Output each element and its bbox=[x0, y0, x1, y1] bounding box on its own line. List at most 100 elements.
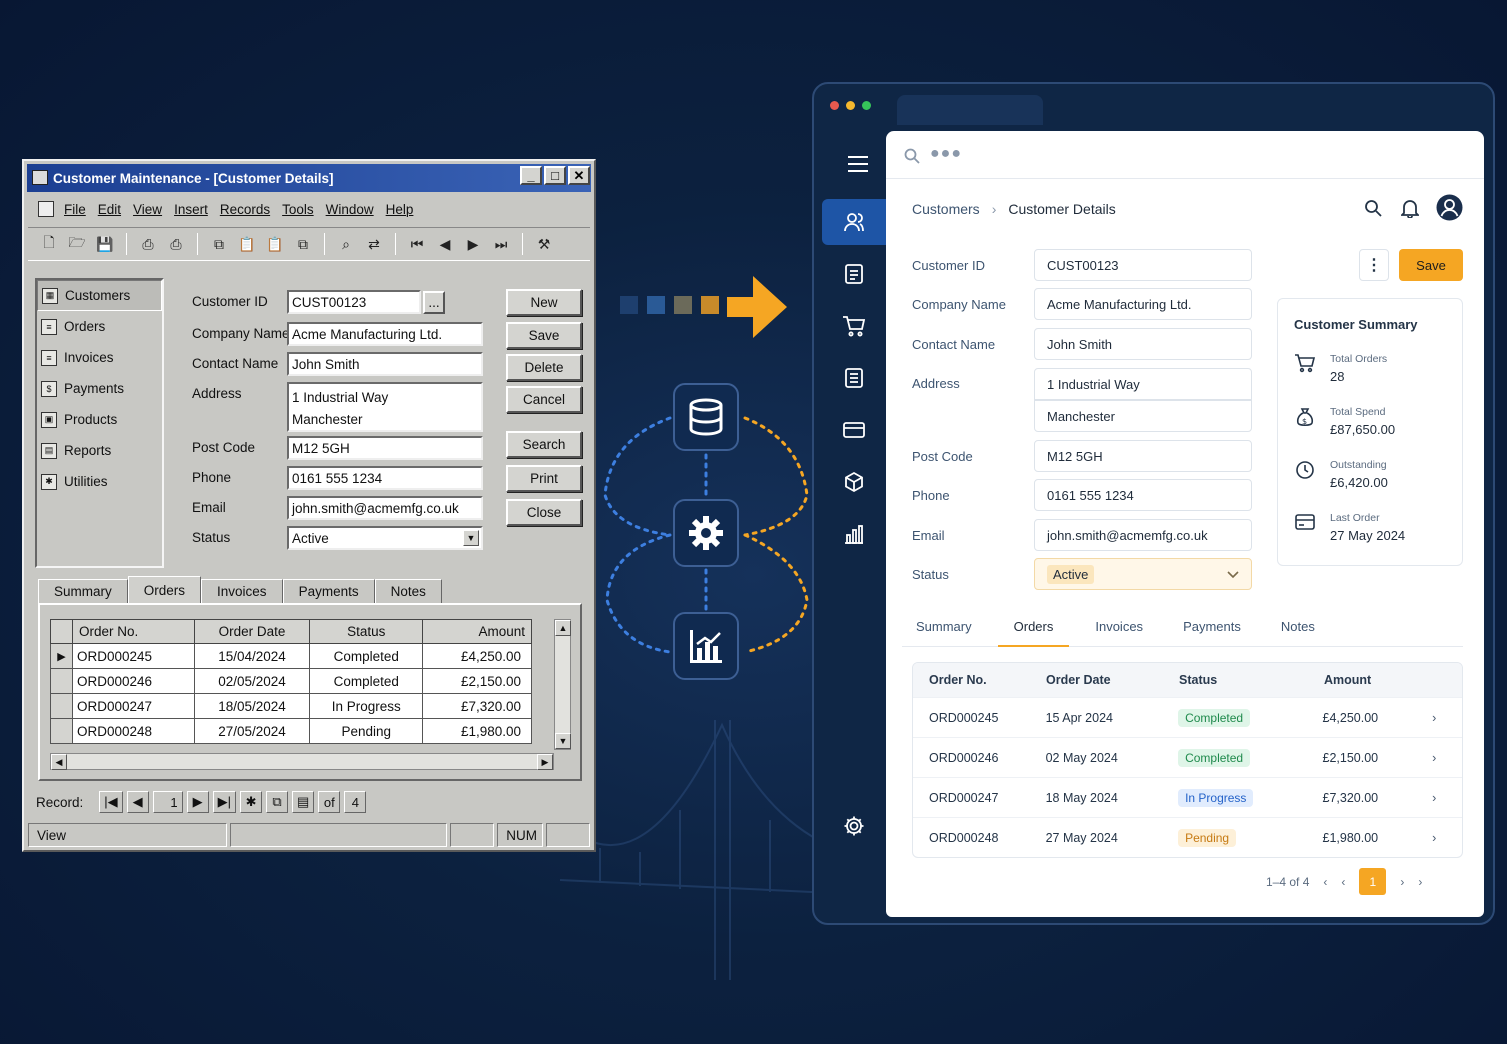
col-order-date[interactable]: Order Date bbox=[1046, 673, 1179, 687]
phone-input[interactable]: 0161 555 1234 bbox=[1034, 479, 1252, 511]
chevron-right-icon[interactable]: › bbox=[1432, 791, 1462, 805]
save-disk-icon[interactable]: 💾 bbox=[94, 233, 116, 255]
delete-button[interactable]: Delete bbox=[506, 354, 582, 381]
sidebar-item-reports[interactable] bbox=[822, 511, 886, 557]
maximize-button[interactable]: □ bbox=[544, 166, 566, 185]
legacy-nav-reports[interactable]: ▤ Reports bbox=[37, 435, 162, 466]
tab-payments[interactable]: Payments bbox=[282, 579, 375, 603]
col-amount[interactable]: Amount bbox=[1324, 673, 1434, 687]
menu-help[interactable]: Help bbox=[386, 202, 414, 217]
save-button[interactable]: Save bbox=[1399, 249, 1463, 281]
search-icon[interactable] bbox=[904, 148, 920, 164]
first-record-icon[interactable]: ⏮ bbox=[406, 233, 428, 255]
table-row[interactable]: ORD000248 27 May 2024 Pending £1,980.00 … bbox=[913, 817, 1462, 857]
paste-special-icon[interactable]: 📋 bbox=[264, 233, 286, 255]
paste-icon[interactable]: 📋 bbox=[236, 233, 258, 255]
scroll-left-icon[interactable]: ◀ bbox=[51, 754, 67, 770]
sidebar-item-customers[interactable] bbox=[822, 199, 886, 245]
last-record-icon[interactable]: ⏭ bbox=[490, 233, 512, 255]
last-page-icon[interactable]: › bbox=[1418, 875, 1422, 889]
lookup-button[interactable]: ... bbox=[423, 291, 445, 314]
tab-notes[interactable]: Notes bbox=[374, 579, 442, 603]
legacy-nav-orders[interactable]: ≡ Orders bbox=[37, 311, 162, 342]
window-minimize-dot[interactable] bbox=[846, 101, 855, 110]
close-button[interactable]: Close bbox=[506, 499, 582, 526]
tab-summary[interactable]: Summary bbox=[902, 611, 986, 647]
save-button[interactable]: Save bbox=[506, 322, 582, 349]
record-paste-icon[interactable]: ▤ bbox=[292, 791, 315, 813]
address-line-1-input[interactable]: 1 Industrial Way bbox=[1034, 368, 1252, 400]
search-button[interactable]: Search bbox=[506, 431, 582, 458]
record-number[interactable]: 1 bbox=[152, 791, 183, 813]
minimize-button[interactable]: _ bbox=[520, 166, 542, 185]
grid-header-order-no[interactable]: Order No. bbox=[72, 619, 195, 644]
menu-toggle[interactable] bbox=[826, 141, 890, 187]
page-current[interactable]: 1 bbox=[1359, 868, 1387, 895]
scroll-right-icon[interactable]: ▶ bbox=[537, 754, 553, 770]
find-icon[interactable]: ⌕ bbox=[335, 233, 357, 255]
search-icon[interactable] bbox=[1364, 199, 1382, 217]
open-folder-icon[interactable]: 🗁 bbox=[66, 233, 88, 255]
sidebar-item-settings[interactable] bbox=[822, 803, 886, 849]
post-code-input[interactable]: M12 5GH bbox=[1034, 440, 1252, 472]
status-select[interactable]: Active bbox=[1034, 558, 1252, 590]
browser-tab[interactable] bbox=[897, 95, 1043, 125]
sidebar-item-orders[interactable] bbox=[822, 251, 886, 297]
contact-name-field[interactable]: John Smith bbox=[287, 352, 483, 376]
new-button[interactable]: New bbox=[506, 289, 582, 316]
table-row[interactable]: ORD000247 18 May 2024 In Progress £7,320… bbox=[913, 777, 1462, 817]
first-page-icon[interactable]: ‹ bbox=[1323, 875, 1327, 889]
tab-invoices[interactable]: Invoices bbox=[1081, 611, 1157, 647]
scroll-up-icon[interactable]: ▲ bbox=[555, 620, 571, 636]
format-icon[interactable]: ⧉ bbox=[292, 233, 314, 255]
next-record-icon[interactable]: ▶ bbox=[462, 233, 484, 255]
copy-icon[interactable]: ⧉ bbox=[208, 233, 230, 255]
sidebar-item-payments[interactable] bbox=[822, 407, 886, 453]
table-row[interactable]: ORD000247 18/05/2024 In Progress £7,320.… bbox=[50, 693, 532, 719]
grid-header-status[interactable]: Status bbox=[309, 619, 424, 644]
table-row[interactable]: ▶ ORD000245 15/04/2024 Completed £4,250.… bbox=[50, 643, 532, 669]
grid-header-amount[interactable]: Amount bbox=[422, 619, 532, 644]
menu-insert[interactable]: Insert bbox=[174, 202, 208, 217]
print-icon[interactable]: ⎙ bbox=[137, 233, 159, 255]
menu-records[interactable]: Records bbox=[220, 202, 270, 217]
menu-window[interactable]: Window bbox=[326, 202, 374, 217]
email-input[interactable]: john.smith@acmemfg.co.uk bbox=[1034, 519, 1252, 551]
prev-page-icon[interactable]: ‹ bbox=[1341, 875, 1345, 889]
replace-icon[interactable]: ⇄ bbox=[363, 233, 385, 255]
more-actions-button[interactable]: ⋮ bbox=[1359, 249, 1389, 281]
new-doc-icon[interactable]: 🗋 bbox=[38, 233, 60, 255]
legacy-nav-products[interactable]: ▣ Products bbox=[37, 404, 162, 435]
sidebar-item-invoices[interactable] bbox=[822, 355, 886, 401]
email-field[interactable]: john.smith@acmemfg.co.uk bbox=[287, 496, 483, 520]
chevron-right-icon[interactable]: › bbox=[1432, 831, 1462, 845]
first-record-icon[interactable]: |◀ bbox=[99, 791, 123, 813]
company-name-input[interactable]: Acme Manufacturing Ltd. bbox=[1034, 288, 1252, 320]
legacy-nav-customers[interactable]: ▦ Customers bbox=[37, 280, 162, 311]
address-field[interactable]: 1 Industrial Way Manchester bbox=[287, 382, 483, 432]
table-row[interactable]: ORD000245 15 Apr 2024 Completed £4,250.0… bbox=[913, 697, 1462, 737]
breadcrumb-customers[interactable]: Customers bbox=[912, 201, 980, 217]
tab-orders[interactable]: Orders bbox=[127, 576, 202, 603]
phone-field[interactable]: 0161 555 1234 bbox=[287, 466, 483, 490]
last-record-icon[interactable]: ▶| bbox=[212, 791, 237, 813]
close-window-button[interactable]: ✕ bbox=[568, 166, 590, 185]
window-maximize-dot[interactable] bbox=[862, 101, 871, 110]
new-record-icon[interactable]: ✱ bbox=[240, 791, 263, 813]
tab-notes[interactable]: Notes bbox=[1267, 611, 1329, 647]
table-row[interactable]: ORD000248 27/05/2024 Pending £1,980.00 bbox=[50, 718, 532, 744]
tab-summary[interactable]: Summary bbox=[38, 579, 128, 603]
more-dots-icon[interactable]: ●●● bbox=[930, 145, 962, 163]
legacy-nav-utilities[interactable]: ✱ Utilities bbox=[37, 466, 162, 497]
sidebar-item-products[interactable] bbox=[822, 459, 886, 505]
tab-payments[interactable]: Payments bbox=[1169, 611, 1255, 647]
legacy-nav-payments[interactable]: $ Payments bbox=[37, 373, 162, 404]
address-line-2-input[interactable]: Manchester bbox=[1034, 400, 1252, 432]
sidebar-item-cart[interactable] bbox=[822, 303, 886, 349]
tab-invoices[interactable]: Invoices bbox=[201, 579, 283, 603]
vertical-scrollbar[interactable]: ▲ ▼ bbox=[554, 619, 571, 750]
menu-view[interactable]: View bbox=[133, 202, 162, 217]
company-name-field[interactable]: Acme Manufacturing Ltd. bbox=[287, 322, 483, 346]
grid-header-order-date[interactable]: Order Date bbox=[193, 619, 311, 644]
avatar[interactable] bbox=[1436, 194, 1463, 221]
